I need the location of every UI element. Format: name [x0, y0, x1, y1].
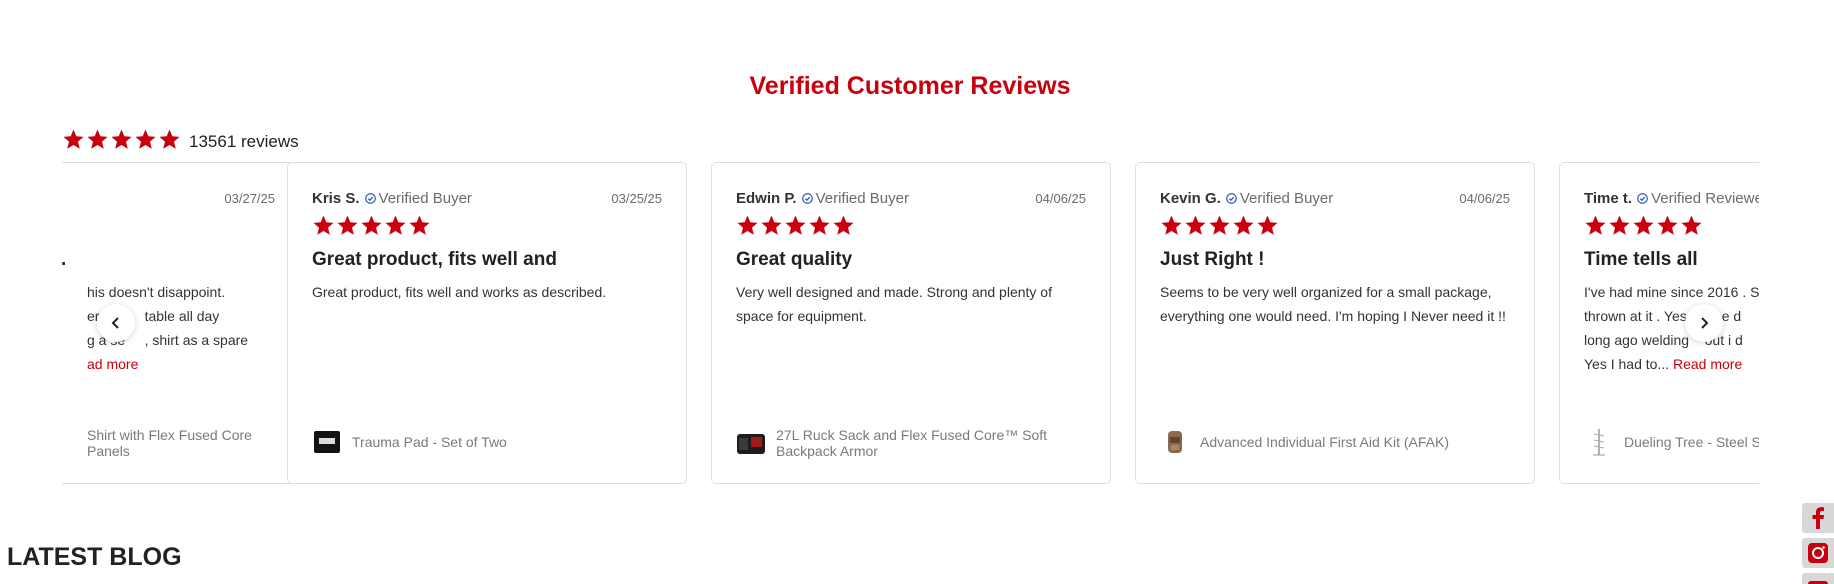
star-icon [337, 215, 358, 235]
carousel-prev-button[interactable] [97, 304, 135, 342]
star-icon [1609, 215, 1630, 235]
star-icon [809, 215, 830, 235]
star-icon [1161, 215, 1182, 235]
review-card[interactable]: Edwin P. Verified Buyer 04/06/25 Great q… [711, 162, 1111, 484]
summary-stars [62, 128, 182, 156]
reviewer-name: Kevin G. [1160, 189, 1221, 207]
product-name: Trauma Pad - Set of Two [352, 434, 507, 450]
reviewer-name: Kris S. [312, 189, 360, 207]
product-name: Advanced Individual First Aid Kit (AFAK) [1200, 434, 1449, 450]
star-icon [1633, 215, 1654, 235]
review-title: Great quality [736, 249, 853, 270]
section-title: Verified Customer Reviews [749, 72, 1071, 100]
read-more-link[interactable]: ad more [87, 356, 138, 372]
verified-badge: Verified Buyer [815, 189, 909, 207]
backpack-icon [736, 428, 766, 458]
review-product[interactable]: Trauma Pad - Set of Two [312, 427, 662, 457]
star-icon [785, 215, 806, 235]
review-date: 04/06/25 [1459, 190, 1510, 206]
carousel-next-button[interactable] [1685, 304, 1723, 342]
verified-check-icon [801, 192, 813, 204]
star-icon [313, 215, 334, 235]
verified-check-icon [1637, 192, 1648, 204]
review-title: Great product, fits well and [312, 249, 557, 270]
star-icon [761, 215, 782, 235]
review-stars [736, 214, 856, 237]
facebook-icon [1812, 507, 1824, 529]
star-icon [1585, 215, 1606, 235]
star-icon [361, 215, 382, 235]
review-body: Very well designed and made. Strong and … [736, 284, 1052, 324]
chevron-left-icon [111, 317, 119, 329]
latest-blog-heading: LATEST BLOG [7, 543, 182, 571]
star-icon [1209, 215, 1230, 235]
review-body-line: his doesn't disappoint. [87, 284, 226, 300]
review-body: his doesn't disappoint. ery co table all… [62, 280, 275, 376]
star-icon [833, 215, 854, 235]
product-name: 27L Ruck Sack and Flex Fused Core™ Soft … [776, 427, 1048, 459]
reviews-carousel[interactable]: 03/27/25 . his doesn't disappoint. ery c… [62, 162, 1759, 486]
review-date: 03/25/25 [611, 190, 662, 206]
reviewer-name: Edwin P. [736, 189, 797, 207]
instagram-icon [1808, 543, 1828, 563]
review-date: 04/06/25 [1035, 190, 1086, 206]
trauma-pad-icon [312, 427, 342, 457]
review-stars [312, 214, 432, 237]
review-count: 13561 reviews [189, 132, 299, 151]
review-product[interactable]: Shirt with Flex Fused Core Panels [62, 427, 275, 459]
star-icon [1657, 215, 1678, 235]
verified-badge: Verified Reviewer [1651, 189, 1759, 207]
product-name: Dueling Tree - Steel S [1624, 434, 1759, 450]
star-icon [1233, 215, 1254, 235]
star-icon [737, 215, 758, 235]
verified-badge: Verified Buyer [1239, 189, 1334, 207]
verified-check-icon [1225, 192, 1237, 204]
review-product[interactable]: Dueling Tree - Steel S [1584, 427, 1759, 457]
star-icon [135, 129, 156, 149]
review-title: Time tells all [1584, 249, 1698, 270]
review-stars [1160, 214, 1280, 237]
star-icon [111, 129, 132, 149]
read-more-link[interactable]: Read more [1673, 356, 1742, 372]
star-icon [1257, 215, 1278, 235]
review-stars [1584, 214, 1704, 237]
instagram-button[interactable] [1802, 538, 1834, 568]
review-product[interactable]: 27L Ruck Sack and Flex Fused Core™ Soft … [736, 427, 1086, 459]
review-body: I've had mine since 2016 . S thrown at i… [1584, 280, 1759, 376]
review-card[interactable]: Kevin G. Verified Buyer 04/06/25 Just Ri… [1135, 162, 1535, 484]
star-icon [63, 129, 84, 149]
review-body-line: I've had mine since 2016 . S [1584, 284, 1759, 300]
star-icon [159, 129, 180, 149]
star-icon [1185, 215, 1206, 235]
review-title: Just Right ! [1160, 249, 1265, 270]
facebook-button[interactable] [1802, 503, 1834, 533]
review-title: . [62, 249, 275, 271]
star-icon [1681, 215, 1702, 235]
review-title-text: . [62, 249, 66, 270]
review-body: Seems to be very well organized for a sm… [1160, 284, 1506, 324]
youtube-icon [1808, 581, 1828, 584]
review-date: 03/27/25 [224, 190, 275, 206]
verified-check-icon [364, 192, 376, 204]
review-product[interactable]: Advanced Individual First Aid Kit (AFAK) [1160, 427, 1510, 457]
star-icon [385, 215, 406, 235]
youtube-button[interactable] [1802, 573, 1834, 584]
star-icon [409, 215, 430, 235]
product-name: Shirt with Flex Fused Core Panels [87, 427, 252, 459]
chevron-right-icon [1701, 317, 1709, 329]
review-card[interactable]: Time t. Verified Reviewer Time tells all… [1559, 162, 1759, 484]
review-body: Great product, fits well and works as de… [312, 284, 607, 300]
star-icon [87, 129, 108, 149]
reviewer-name: Time t. [1584, 189, 1633, 207]
verified-badge: Verified Buyer [378, 189, 472, 207]
dueling-tree-icon [1584, 427, 1614, 457]
review-card[interactable]: Kris S. Verified Buyer 03/25/25 Great pr… [287, 162, 687, 484]
first-aid-kit-icon [1160, 427, 1190, 457]
review-body-line: Yes I had to... [1584, 356, 1673, 372]
review-summary[interactable]: 13561 reviews [62, 128, 299, 156]
